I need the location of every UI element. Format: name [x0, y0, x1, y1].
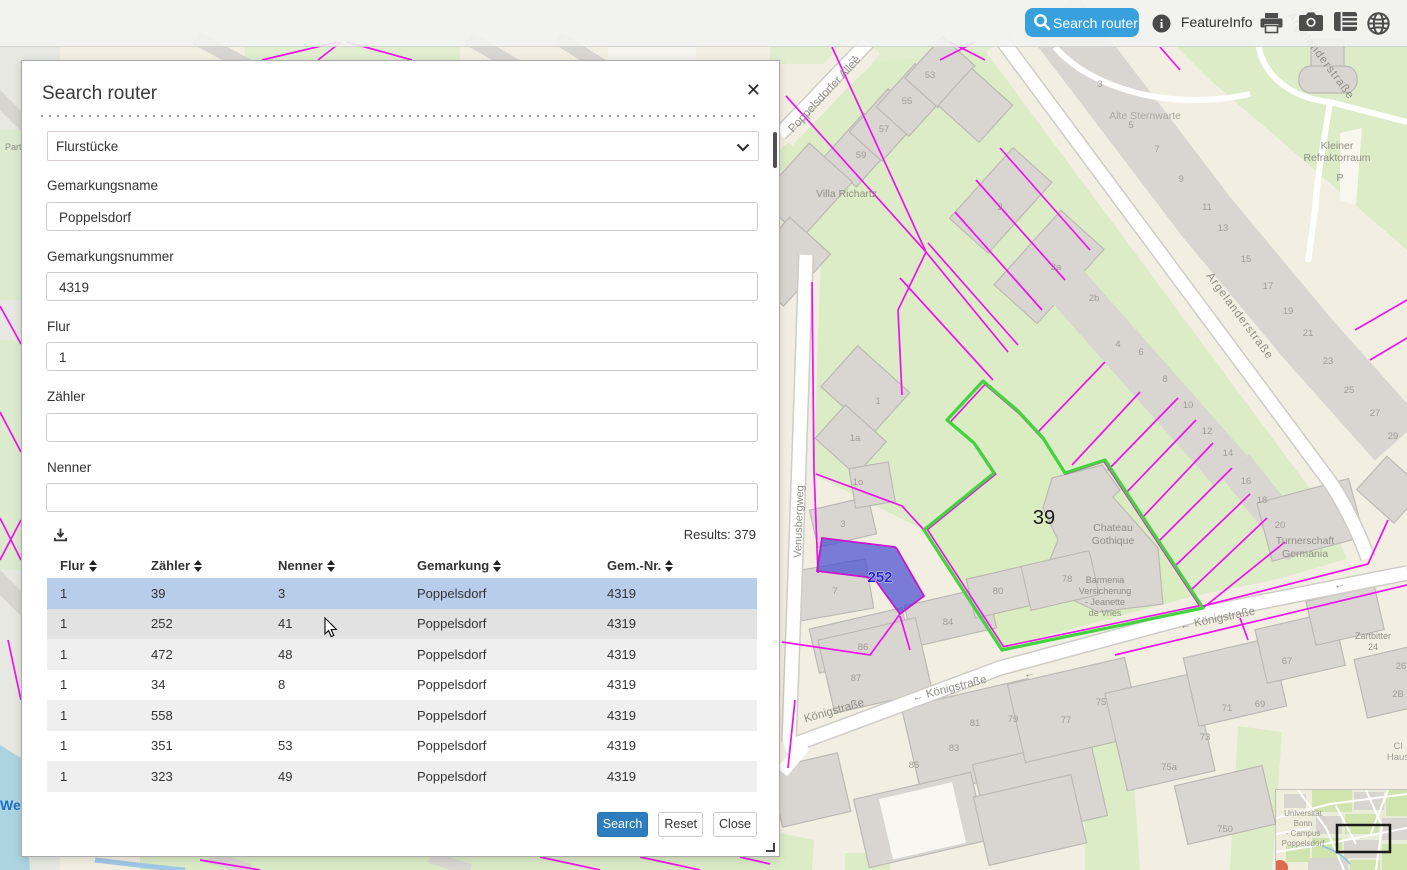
- svg-text:- Campus: - Campus: [1286, 829, 1321, 838]
- svg-text:86: 86: [858, 642, 869, 653]
- svg-text:Poppelsdorf: Poppelsdorf: [1282, 839, 1325, 848]
- svg-text:10: 10: [1183, 400, 1194, 411]
- svg-text:1: 1: [875, 396, 880, 407]
- svg-text:9: 9: [1178, 174, 1183, 185]
- svg-text:71: 71: [1222, 703, 1233, 714]
- svg-text:20: 20: [1275, 520, 1286, 531]
- svg-text:Versicherung: Versicherung: [1079, 586, 1132, 596]
- svg-text:Gothique: Gothique: [1092, 535, 1135, 547]
- svg-text:←: ←: [1333, 578, 1347, 592]
- svg-text:de Vries: de Vries: [1089, 608, 1122, 618]
- svg-text:- Jeanette: - Jeanette: [1085, 597, 1125, 607]
- svg-text:79: 79: [1008, 714, 1019, 725]
- svg-text:Kleiner: Kleiner: [1321, 140, 1354, 152]
- svg-text:Universität: Universität: [1284, 809, 1323, 818]
- svg-text:252: 252: [867, 569, 892, 586]
- svg-text:15: 15: [1241, 254, 1252, 265]
- svg-text:13: 13: [1218, 223, 1229, 234]
- svg-text:67: 67: [1282, 656, 1293, 667]
- svg-text:78: 78: [1062, 574, 1073, 585]
- svg-text:1a: 1a: [850, 433, 861, 444]
- svg-text:59: 59: [856, 150, 867, 161]
- svg-text:75a: 75a: [1161, 762, 1178, 773]
- svg-text:7: 7: [832, 586, 837, 597]
- svg-text:Haus: Haus: [1387, 752, 1407, 763]
- svg-text:39: 39: [1033, 507, 1055, 529]
- svg-text:3: 3: [840, 519, 845, 530]
- svg-text:We: We: [0, 797, 21, 813]
- svg-text:Refraktorraum: Refraktorraum: [1303, 152, 1370, 164]
- svg-text:24: 24: [1368, 642, 1378, 652]
- svg-text:77: 77: [1061, 715, 1072, 726]
- svg-text:7: 7: [1154, 144, 1159, 155]
- svg-text:Barmenia: Barmenia: [1086, 575, 1125, 585]
- svg-text:19: 19: [1283, 306, 1294, 317]
- svg-text:26: 26: [1396, 661, 1407, 672]
- svg-text:18: 18: [1257, 495, 1268, 506]
- svg-text:11: 11: [1202, 202, 1212, 213]
- svg-text:2B: 2B: [1392, 689, 1404, 700]
- svg-text:81: 81: [970, 718, 981, 729]
- svg-text:25: 25: [1344, 385, 1355, 396]
- svg-text:29: 29: [1388, 431, 1399, 442]
- svg-text:P: P: [1336, 172, 1343, 184]
- svg-text:8: 8: [1162, 374, 1167, 385]
- svg-text:73: 73: [1200, 732, 1211, 743]
- svg-text:14: 14: [1223, 448, 1234, 459]
- svg-text:84: 84: [943, 617, 954, 628]
- svg-text:Zartbitter: Zartbitter: [1355, 631, 1391, 641]
- svg-text:i: i: [1160, 16, 1164, 31]
- svg-text:75: 75: [1096, 697, 1107, 708]
- svg-text:Bonn: Bonn: [1294, 819, 1313, 828]
- svg-text:23: 23: [1323, 356, 1334, 367]
- svg-text:Villa Richartz: Villa Richartz: [816, 188, 877, 200]
- svg-text:1o: 1o: [853, 477, 864, 488]
- svg-text:6: 6: [1138, 347, 1143, 358]
- svg-text:Chateau: Chateau: [1093, 522, 1133, 534]
- svg-text:2a: 2a: [1051, 262, 1062, 273]
- svg-text:2: 2: [997, 202, 1002, 213]
- svg-text:Venusbergweg: Venusbergweg: [792, 485, 807, 558]
- svg-text:5: 5: [1128, 120, 1133, 131]
- svg-text:53: 53: [925, 70, 936, 81]
- svg-text:Turnerschaft: Turnerschaft: [1276, 535, 1335, 547]
- svg-text:750: 750: [1217, 824, 1233, 835]
- svg-text:87: 87: [851, 673, 862, 684]
- svg-text:2b: 2b: [1089, 293, 1100, 304]
- svg-text:16: 16: [1241, 476, 1252, 487]
- svg-text:69: 69: [1255, 699, 1266, 710]
- svg-text:57: 57: [879, 124, 890, 135]
- svg-text:85: 85: [909, 760, 920, 771]
- svg-text:21: 21: [1303, 328, 1314, 339]
- svg-text:17: 17: [1263, 281, 1274, 292]
- svg-text:27: 27: [1370, 408, 1381, 419]
- svg-text:Alte Sternwarte: Alte Sternwarte: [1109, 110, 1181, 122]
- svg-text:3: 3: [1097, 79, 1102, 90]
- svg-text:83: 83: [949, 743, 960, 754]
- svg-text:12: 12: [1202, 426, 1213, 437]
- svg-text:4: 4: [1115, 339, 1120, 350]
- svg-text:Germania: Germania: [1282, 548, 1328, 560]
- svg-text:80: 80: [993, 586, 1004, 597]
- svg-text:55: 55: [902, 96, 913, 107]
- svg-text:Cl: Cl: [1394, 741, 1403, 752]
